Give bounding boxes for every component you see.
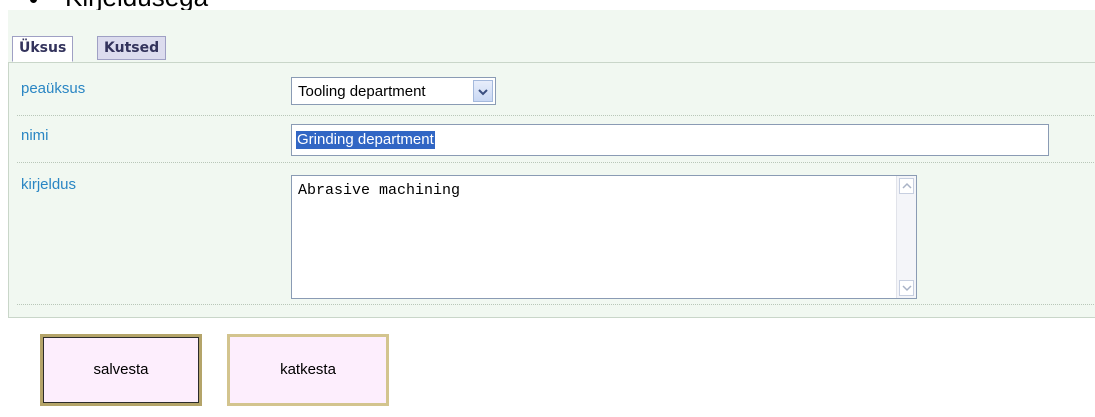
description-label: kirjeldus [21,176,77,193]
description-value: Abrasive machining [298,182,461,199]
form-panel: peaüksus Tooling department nimi Grindin… [8,62,1095,318]
scroll-up-icon[interactable] [899,178,914,194]
name-input[interactable]: Grinding department [291,124,1049,156]
parent-unit-select[interactable]: Tooling department [291,77,496,105]
name-value: Grinding department [296,131,435,149]
chevron-down-icon[interactable] [473,80,493,102]
parent-unit-value: Tooling department [298,83,426,100]
tab-uksus[interactable]: Üksus [12,36,74,62]
name-label: nimi [21,127,49,144]
description-textarea[interactable]: Abrasive machining [291,175,917,299]
scroll-down-icon[interactable] [899,280,914,296]
row-divider [17,304,1095,305]
save-button[interactable]: salvesta [40,334,202,406]
row-divider [17,162,1095,163]
tab-bar: Üksus Kutsed [8,10,1095,62]
parent-unit-label: peaüksus [21,80,86,97]
bullet-icon [30,0,37,3]
page: Kirjeldusega Üksus Kutsed peaüksus Tooli… [0,0,1095,417]
textarea-scrollbar[interactable] [896,176,916,298]
tab-kutsed[interactable]: Kutsed [97,36,167,60]
cancel-button[interactable]: katkesta [227,334,389,406]
row-divider [17,115,1095,116]
